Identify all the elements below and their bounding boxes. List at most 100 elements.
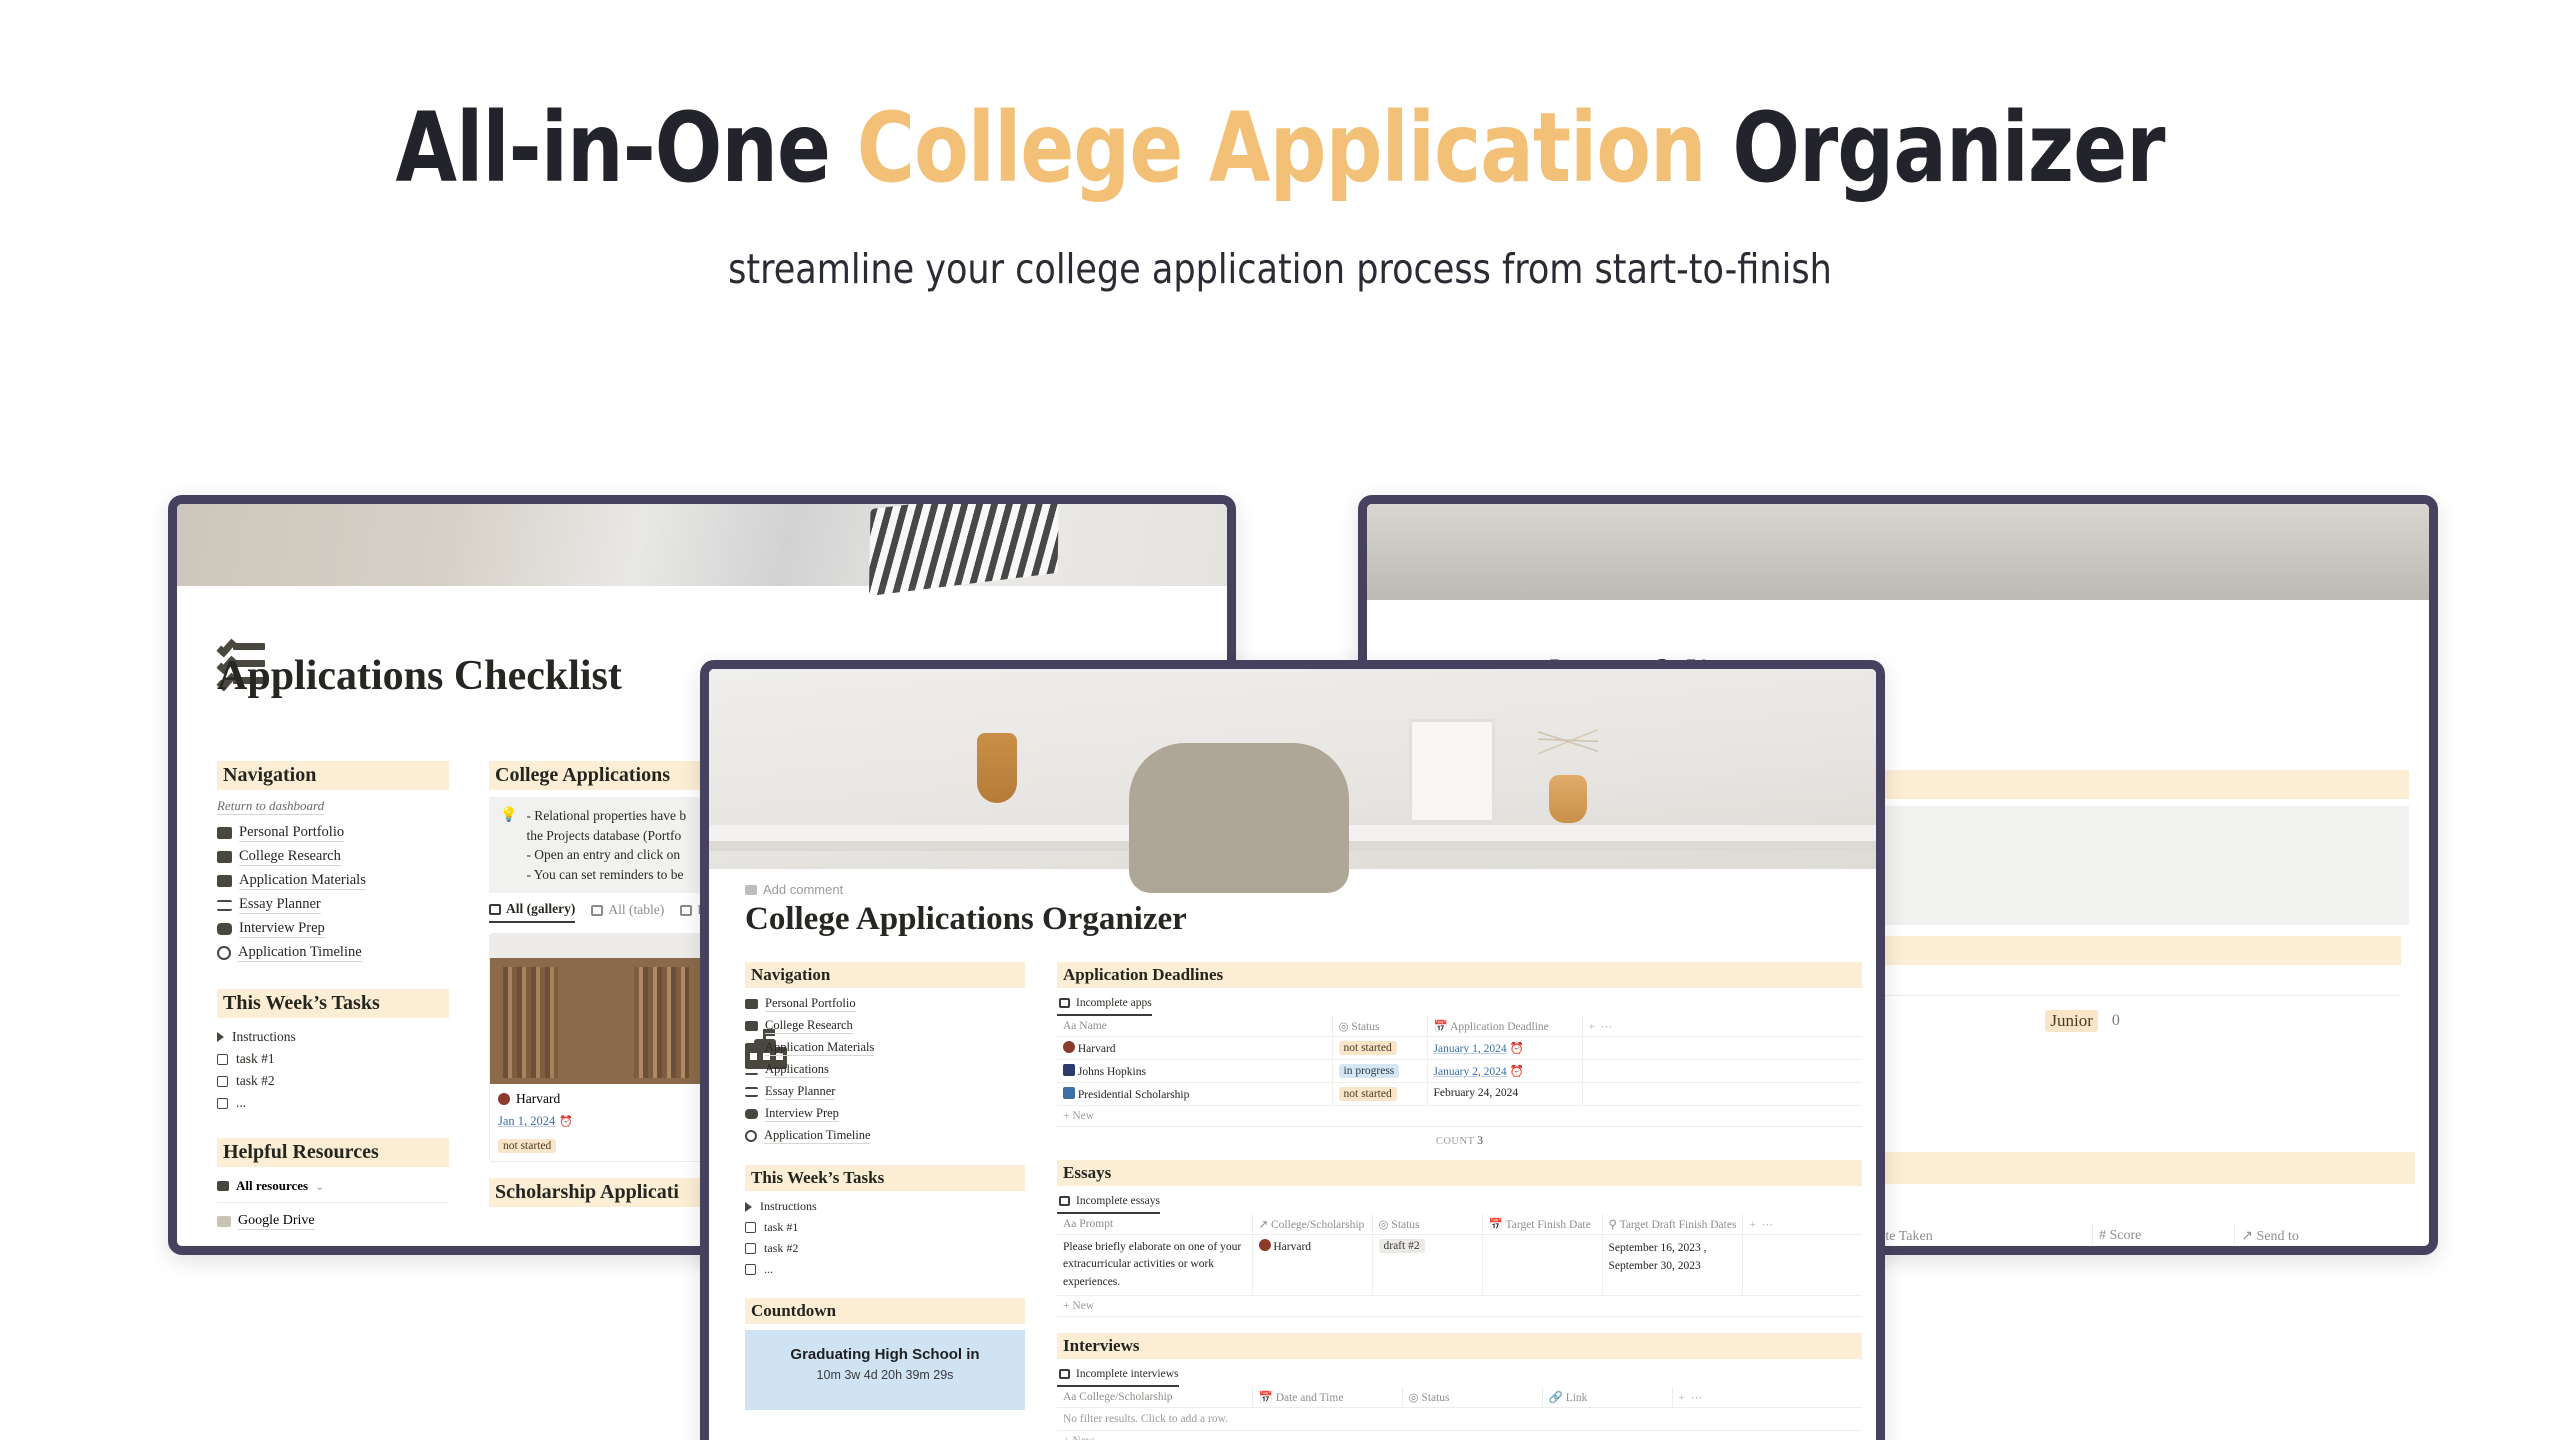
col-add[interactable]: + ⋯ [1742,1214,1862,1235]
task-item[interactable]: task #1 [217,1048,449,1070]
reminder-clock-icon: ⏰ [1509,1043,1524,1055]
tab-all-table[interactable]: All (table) [591,902,664,922]
tab-label: Incomplete interviews [1076,1367,1179,1380]
col-send-to[interactable]: ↗ Send to [2234,1224,2415,1246]
scholarship-icon [1063,1087,1075,1099]
reminder-clock-icon: ⏰ [1509,1066,1524,1078]
gallery-card-harvard[interactable]: Harvard Jan 1, 2024 ⏰ not started [489,933,703,1163]
resource-label: Google Drive [238,1213,315,1230]
col-college-scholarship[interactable]: Aa College/Scholarship [1057,1386,1253,1408]
col-add[interactable]: + ⋯ [1672,1386,1862,1408]
col-target-finish-date[interactable]: 📅 Target Finish Date [1482,1214,1603,1235]
row-prompt: Please briefly elaborate on one of your … [1057,1234,1253,1296]
col-status[interactable]: ◎ Status [1332,1016,1428,1037]
countdown-time: 10m 3w 4d 20h 39m 29s [816,1368,954,1382]
title-part-1: All-in-One [395,92,857,204]
cover-image-desk [709,669,1876,893]
row-target-finish [1482,1234,1603,1296]
resource-item-google-drive[interactable]: Google Drive [217,1209,449,1234]
deadlines-view-tab[interactable]: Incomplete apps [1057,992,1152,1016]
sidebar-item-essay-planner[interactable]: Essay Planner [745,1081,1025,1103]
col-status[interactable]: ◎ Status [1372,1214,1483,1235]
col-link[interactable]: 🔗 Link [1542,1386,1673,1408]
row-deadline[interactable]: January 2, 2024 [1434,1066,1507,1078]
toggle-label: Instructions [760,1199,817,1213]
col-target-draft-finish-dates[interactable]: ⚲ Target Draft Finish Dates [1602,1214,1744,1235]
col-name[interactable]: Aa Name [1057,1016,1333,1037]
interviews-view-tab[interactable]: Incomplete interviews [1057,1363,1179,1387]
tasks-toggle-instructions[interactable]: Instructions [745,1196,1025,1217]
essays-view-tab[interactable]: Incomplete essays [1057,1190,1160,1214]
row-deadline[interactable]: January 1, 2024 [1434,1043,1507,1055]
card-college-applications-organizer[interactable]: Add comment College Applications Organiz… [700,660,1885,1440]
checkbox-icon[interactable] [745,1222,756,1233]
row-name: Presidential Scholarship [1077,1089,1190,1101]
col-score[interactable]: # Score [2092,1224,2236,1246]
sidebar-item-application-materials[interactable]: Application Materials [745,1037,1025,1059]
title-part-2: Organizer [1705,92,2165,204]
col-date-and-time[interactable]: 📅 Date and Time [1252,1386,1403,1408]
organizer-navigation-heading: Navigation [745,962,1025,988]
col-prompt[interactable]: Aa Prompt [1057,1214,1253,1235]
resources-view-selector[interactable]: All resources ⌄ [217,1174,449,1198]
comment-icon [745,884,757,895]
interviews-new-row-button[interactable]: + New [1057,1431,1862,1440]
table-icon [591,904,604,916]
sidebar-item-application-timeline[interactable]: Application Timeline [745,1125,1025,1147]
sidebar-item-application-timeline[interactable]: Application Timeline [217,941,449,965]
deadlines-count: COUNT 3 [1435,1133,1484,1147]
checkbox-icon[interactable] [217,1097,228,1109]
checkbox-icon[interactable] [745,1264,756,1275]
grade-item-junior[interactable]: Junior 0 [2045,1010,2120,1032]
nav-label: College Research [239,848,341,866]
table-row[interactable]: Johns Hopkins in progress January 2, 202… [1057,1059,1862,1083]
chevron-down-icon[interactable]: ⌄ [315,1180,324,1193]
deadlines-new-row-button[interactable]: + New [1057,1106,1862,1126]
folder-icon [745,999,758,1009]
add-comment-label: Add comment [763,882,844,897]
interviews-empty-state[interactable]: No filter results. Click to add a row. [1057,1408,1862,1431]
tasks-toggle-instructions[interactable]: Instructions [217,1026,449,1048]
hero-section: All-in-One College Application Organizer… [0,0,2560,293]
task-item[interactable]: task #2 [217,1070,449,1092]
sidebar-item-college-research[interactable]: College Research [745,1015,1025,1037]
row-target-draft: September 16, 2023 , September 30, 2023 [1602,1234,1744,1296]
add-comment-button[interactable]: Add comment [745,882,843,897]
col-application-deadline[interactable]: 📅 Application Deadline [1427,1016,1583,1037]
col-status[interactable]: ◎ Status [1402,1386,1543,1408]
sidebar-item-personal-portfolio[interactable]: Personal Portfolio [217,821,449,845]
table-row[interactable]: Please briefly elaborate on one of your … [1057,1234,1862,1296]
checklist-navigation-heading: Navigation [217,761,449,790]
task-item[interactable]: ... [217,1092,449,1114]
essay-icon [745,1087,758,1097]
interviews-table: Aa College/Scholarship 📅 Date and Time ◎… [1057,1386,1862,1408]
col-college-scholarship[interactable]: ↗ College/Scholarship [1252,1214,1373,1235]
sidebar-item-application-materials[interactable]: Application Materials [217,869,449,893]
list-icon [217,1181,229,1191]
task-label: task #1 [764,1220,799,1234]
task-item[interactable]: ... [745,1259,1025,1280]
tab-all-gallery[interactable]: All (gallery) [489,901,576,924]
return-to-dashboard-link[interactable]: Return to dashboard [217,798,325,815]
sidebar-item-college-research[interactable]: College Research [217,845,449,869]
sidebar-item-essay-planner[interactable]: Essay Planner [217,893,449,917]
checkbox-icon[interactable] [217,1075,228,1087]
checklist-nav-list: Personal Portfolio College Research Appl… [217,821,449,965]
table-row[interactable]: Harvard not started January 1, 2024 ⏰ [1057,1036,1862,1060]
task-item[interactable]: task #1 [745,1217,1025,1238]
tab-label: Incomplete essays [1076,1195,1160,1207]
essays-new-row-button[interactable]: + New [1057,1296,1862,1316]
sidebar-item-personal-portfolio[interactable]: Personal Portfolio [745,993,1025,1015]
table-row[interactable]: Presidential Scholarship not started Feb… [1057,1082,1862,1106]
task-item[interactable]: task #2 [745,1238,1025,1259]
chevron-right-icon [745,1201,752,1212]
gallery-card-date[interactable]: Jan 1, 2024 [498,1114,555,1128]
countdown-title: Graduating High School in [790,1346,980,1363]
sidebar-item-applications[interactable]: Applications [745,1059,1025,1081]
sidebar-item-interview-prep[interactable]: Interview Prep [217,917,449,941]
checkbox-icon[interactable] [745,1243,756,1254]
col-add[interactable]: + ⋯ [1582,1016,1862,1037]
sidebar-item-interview-prep[interactable]: Interview Prep [745,1103,1025,1125]
checkbox-icon[interactable] [217,1053,228,1065]
nav-label: Applications [765,1062,829,1078]
